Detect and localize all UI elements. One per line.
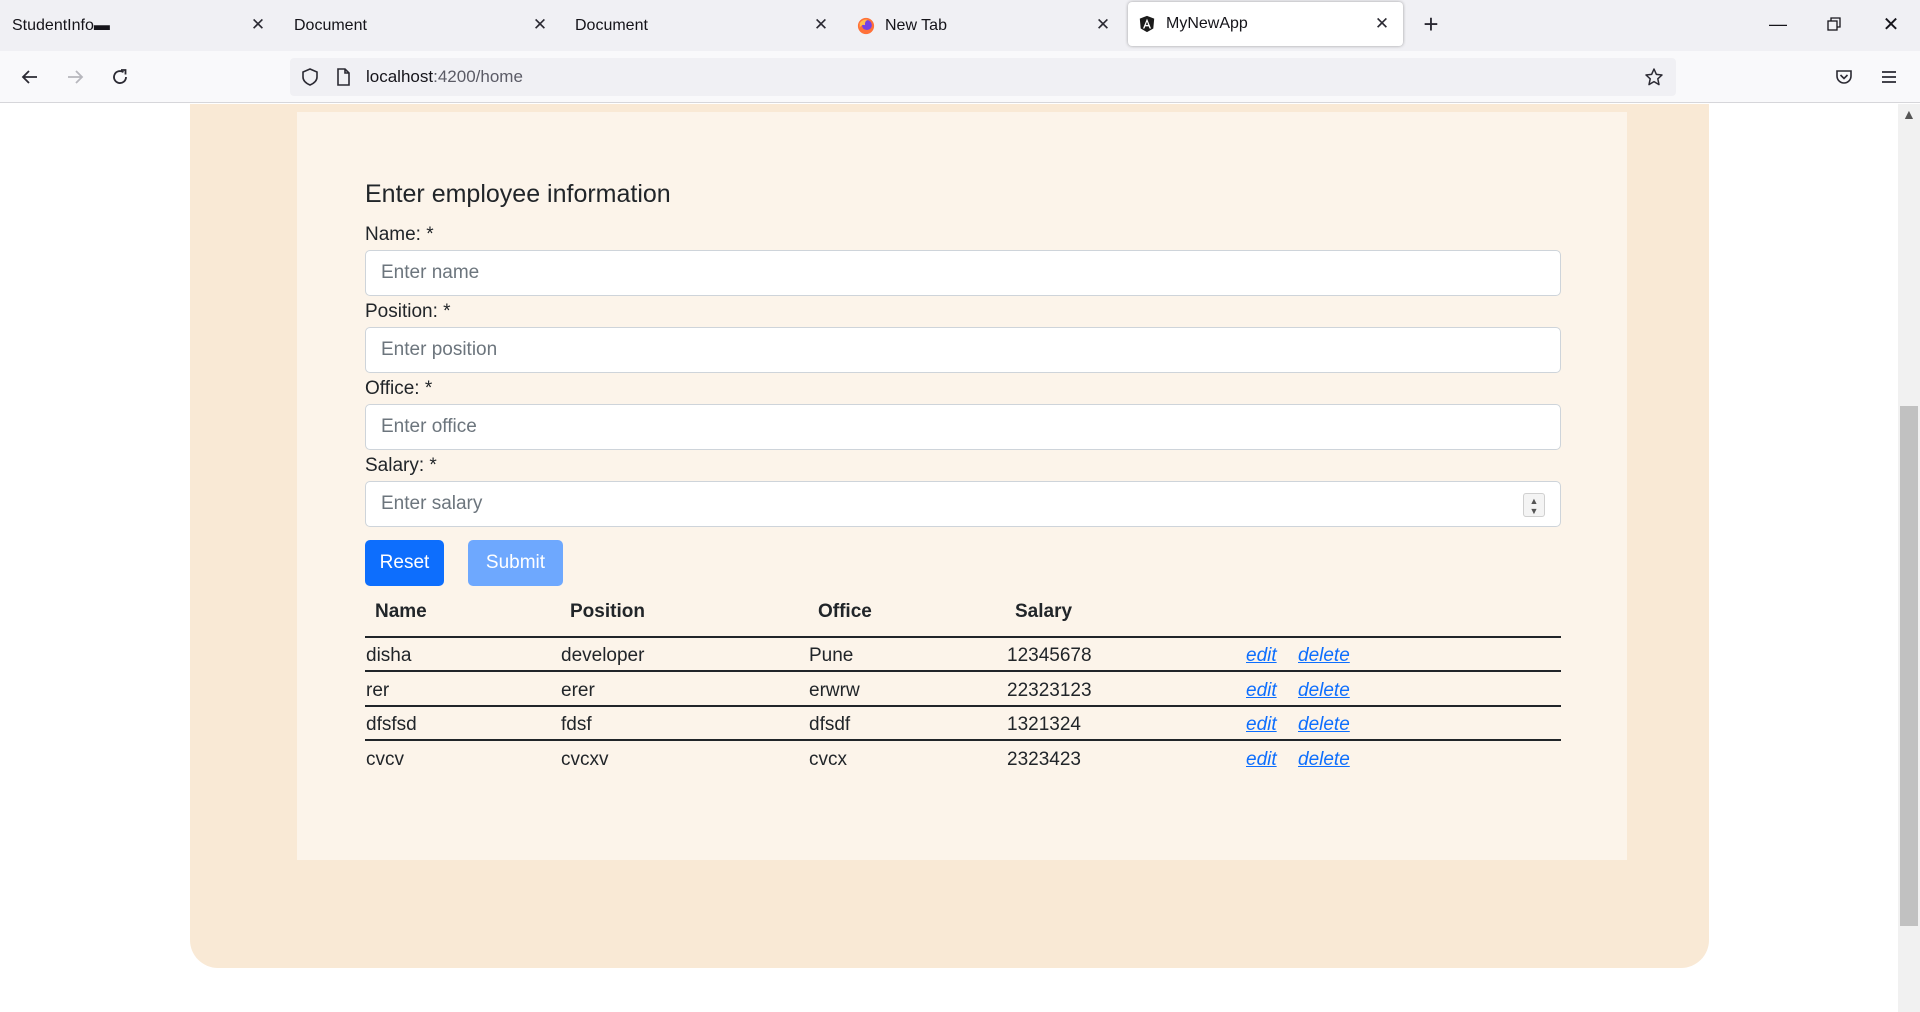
back-arrow-icon[interactable] — [16, 63, 44, 91]
url-text[interactable]: localhost:4200/home — [366, 67, 523, 87]
table-divider — [365, 670, 1561, 672]
salary-label: Salary: * — [365, 455, 437, 476]
salary-input[interactable] — [365, 481, 1561, 527]
cell-office: dfsdf — [809, 714, 851, 735]
delete-link[interactable]: delete — [1298, 749, 1350, 771]
form-title: Enter employee information — [365, 180, 671, 208]
name-label: Name: * — [365, 224, 434, 245]
new-tab-button[interactable]: + — [1418, 11, 1444, 38]
cell-salary: 12345678 — [1007, 645, 1092, 666]
table-divider — [365, 636, 1561, 638]
header-office: Office — [818, 601, 872, 622]
cell-salary: 2323423 — [1007, 749, 1081, 770]
submit-button[interactable]: Submit — [468, 540, 563, 586]
cell-office: Pune — [809, 645, 854, 666]
cell-salary: 1321324 — [1007, 714, 1081, 735]
firefox-icon — [857, 17, 875, 34]
scrollbar-thumb[interactable] — [1900, 406, 1918, 926]
cell-name: cvcv — [366, 749, 404, 770]
cell-office: erwrw — [809, 680, 860, 701]
salary-spinner-icon[interactable]: ▲ ▼ — [1523, 493, 1545, 517]
office-label: Office: * — [365, 378, 433, 399]
cell-name: disha — [366, 645, 412, 666]
tab-title: New Tab — [885, 16, 947, 34]
office-input[interactable] — [365, 404, 1561, 450]
forward-arrow-icon[interactable] — [61, 63, 89, 91]
pocket-icon[interactable] — [1830, 63, 1858, 91]
url-bar[interactable]: localhost:4200/home — [290, 58, 1676, 96]
cell-position: fdsf — [561, 714, 592, 735]
page-icon[interactable] — [333, 67, 353, 87]
close-icon[interactable]: ✕ — [529, 14, 551, 36]
angular-icon — [1139, 15, 1155, 33]
close-icon[interactable]: ✕ — [1371, 13, 1393, 35]
table-divider — [365, 739, 1561, 741]
url-path: :4200/home — [433, 67, 523, 86]
delete-link[interactable]: delete — [1298, 680, 1350, 702]
position-label: Position: * — [365, 301, 451, 322]
shield-icon[interactable] — [300, 67, 320, 87]
header-name: Name — [375, 601, 427, 622]
cell-name: rer — [366, 680, 390, 701]
cell-office: cvcx — [809, 749, 847, 770]
close-icon[interactable]: ✕ — [247, 14, 269, 36]
tab-new-tab[interactable]: New Tab ✕ — [845, 0, 1123, 51]
table-divider — [365, 705, 1561, 707]
page-viewport: Enter employee information Name: * Posit… — [0, 104, 1898, 1012]
edit-link[interactable]: edit — [1246, 680, 1277, 702]
tab-document-2[interactable]: Document ✕ — [563, 0, 841, 51]
menu-icon[interactable] — [1875, 63, 1903, 91]
edit-link[interactable]: edit — [1246, 749, 1277, 771]
close-icon[interactable]: ✕ — [810, 14, 832, 36]
cell-position: developer — [561, 645, 645, 666]
tab-title: Document — [294, 16, 367, 34]
reset-button[interactable]: Reset — [365, 540, 444, 586]
scroll-up-icon[interactable]: ▲ — [1902, 106, 1916, 122]
star-icon[interactable] — [1644, 67, 1664, 87]
tab-title: StudentInfo▬ — [12, 16, 110, 34]
tab-strip: StudentInfo▬ ✕ Document ✕ Document ✕ New… — [0, 0, 1920, 51]
cell-name: dfsfsd — [366, 714, 417, 735]
minimize-icon[interactable]: — — [1758, 8, 1798, 40]
edit-link[interactable]: edit — [1246, 645, 1277, 667]
tab-studentinfo[interactable]: StudentInfo▬ ✕ — [0, 0, 278, 51]
tab-document-1[interactable]: Document ✕ — [282, 0, 560, 51]
tab-title: MyNewApp — [1166, 15, 1248, 32]
delete-link[interactable]: delete — [1298, 645, 1350, 667]
restore-icon[interactable] — [1814, 8, 1854, 40]
header-salary: Salary — [1015, 601, 1073, 622]
cell-position: cvcxv — [561, 749, 609, 770]
navigation-bar: localhost:4200/home — [0, 51, 1920, 103]
tab-title: Document — [575, 16, 648, 34]
header-position: Position — [570, 601, 645, 622]
position-input[interactable] — [365, 327, 1561, 373]
delete-link[interactable]: delete — [1298, 714, 1350, 736]
cell-salary: 22323123 — [1007, 680, 1092, 701]
cell-position: erer — [561, 680, 595, 701]
url-host: localhost — [366, 67, 434, 86]
close-icon[interactable]: ✕ — [1092, 14, 1114, 36]
name-input[interactable] — [365, 250, 1561, 296]
window-close-icon[interactable]: ✕ — [1871, 8, 1911, 40]
edit-link[interactable]: edit — [1246, 714, 1277, 736]
vertical-scrollbar[interactable]: ▲ — [1898, 104, 1920, 1012]
tab-mynewapp[interactable]: MyNewApp ✕ — [1128, 2, 1403, 46]
reload-icon[interactable] — [106, 63, 134, 91]
